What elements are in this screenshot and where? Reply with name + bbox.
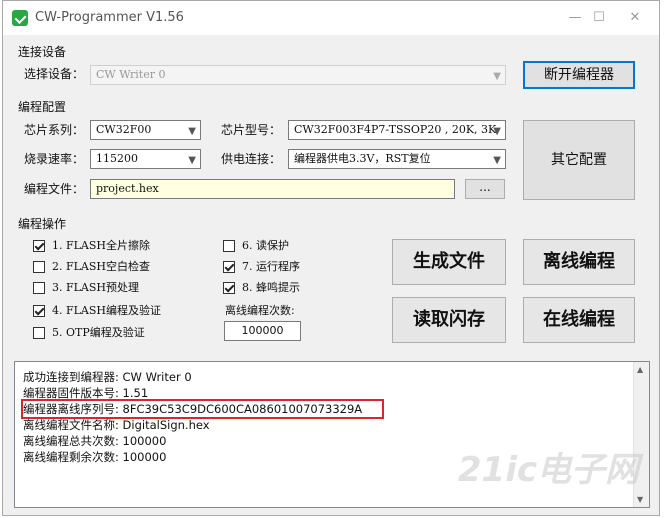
scroll-up-icon[interactable]: ▲ — [637, 365, 643, 374]
offline-count-label: 离线编程次数: — [225, 304, 295, 317]
option-flash-program-verify[interactable]: 4. FLASH编程及验证 — [33, 304, 161, 320]
chevron-down-icon: ▼ — [493, 71, 501, 82]
chevron-down-icon: ▼ — [188, 155, 196, 166]
checkbox-1[interactable] — [33, 240, 45, 252]
scroll-down-icon[interactable]: ▼ — [637, 495, 643, 504]
programmer-window: CW-Programmer V1.56 — ☐ ✕ 连接设备 选择设备： CW … — [2, 0, 660, 516]
disconnect-button[interactable]: 断开编程器 — [523, 61, 635, 89]
option-read-protect[interactable]: 6. 读保护 — [223, 239, 289, 255]
config-group-label: 编程配置 — [18, 100, 67, 114]
read-flash-button[interactable]: 读取闪存 — [392, 297, 506, 343]
chevron-down-icon: ▼ — [188, 126, 196, 137]
device-value: CW Writer 0 — [96, 68, 166, 81]
chip-model-label: 芯片型号： — [221, 123, 282, 137]
baud-select[interactable]: 115200 ▼ — [90, 149, 201, 169]
chip-series-value: CW32F00 — [96, 123, 152, 136]
option-label: 5. OTP编程及验证 — [52, 326, 145, 339]
checkbox-5[interactable] — [33, 327, 45, 339]
watermark: 21ic电子网 — [457, 450, 639, 490]
option-label: 8. 蜂鸣提示 — [242, 281, 300, 294]
option-label: 4. FLASH编程及验证 — [52, 304, 162, 317]
device-select[interactable]: CW Writer 0 ▼ — [90, 65, 506, 85]
log-line: 离线编程剩余次数: 100000 — [23, 450, 167, 464]
checkbox-4[interactable] — [33, 305, 45, 317]
option-flash-blank-check[interactable]: 2. FLASH空白检查 — [33, 260, 150, 276]
option-flash-erase[interactable]: 1. FLASH全片擦除 — [33, 239, 150, 255]
online-program-button[interactable]: 在线编程 — [523, 297, 635, 343]
chevron-down-icon: ▼ — [493, 126, 501, 137]
checkbox-8[interactable] — [223, 282, 235, 294]
option-run-program[interactable]: 7. 运行程序 — [223, 260, 300, 276]
checkbox-7[interactable] — [223, 261, 235, 273]
power-select[interactable]: 编程器供电3.3V，RST复位 ▼ — [288, 149, 506, 169]
offline-program-button[interactable]: 离线编程 — [523, 239, 635, 285]
chip-series-label: 芯片系列： — [24, 123, 85, 137]
chip-model-select[interactable]: CW32F003F4P7-TSSOP20 , 20K, 3K ▼ — [288, 120, 506, 140]
file-path-field[interactable]: project.hex — [90, 179, 455, 199]
power-label: 供电连接： — [221, 152, 282, 166]
highlight-box — [21, 399, 384, 419]
window-title: CW-Programmer V1.56 — [35, 10, 184, 25]
power-value: 编程器供电3.3V，RST复位 — [294, 152, 431, 165]
chip-series-select[interactable]: CW32F00 ▼ — [90, 120, 201, 140]
operations-group-label: 编程操作 — [18, 217, 67, 231]
log-line: 离线编程总共次数: 100000 — [23, 434, 167, 448]
close-button[interactable]: ✕ — [621, 6, 649, 30]
option-label: 3. FLASH预处理 — [52, 281, 140, 294]
connect-group-label: 连接设备 — [18, 45, 67, 59]
browse-button[interactable]: ... — [465, 179, 505, 199]
option-label: 2. FLASH空白检查 — [52, 260, 151, 273]
file-label: 编程文件： — [24, 182, 85, 196]
app-logo-icon — [12, 10, 28, 26]
other-config-button[interactable]: 其它配置 — [523, 120, 635, 200]
baud-value: 115200 — [96, 152, 138, 165]
option-label: 7. 运行程序 — [242, 260, 300, 273]
device-label: 选择设备： — [24, 67, 85, 81]
option-otp-program-verify[interactable]: 5. OTP编程及验证 — [33, 326, 145, 342]
checkbox-6[interactable] — [223, 240, 235, 252]
chip-model-value: CW32F003F4P7-TSSOP20 , 20K, 3K — [294, 123, 497, 136]
checkbox-3[interactable] — [33, 282, 45, 294]
checkbox-2[interactable] — [33, 261, 45, 273]
option-label: 6. 读保护 — [242, 239, 289, 252]
chevron-down-icon: ▼ — [493, 155, 501, 166]
baud-label: 烧录速率： — [24, 152, 85, 166]
log-output[interactable]: 成功连接到编程器: CW Writer 0 编程器固件版本号: 1.51 编程器… — [14, 361, 650, 508]
title-bar: CW-Programmer V1.56 — ☐ ✕ — [3, 1, 659, 35]
option-flash-preprocess[interactable]: 3. FLASH预处理 — [33, 281, 139, 297]
offline-count-input[interactable]: 100000 — [224, 321, 301, 341]
generate-file-button[interactable]: 生成文件 — [392, 239, 506, 285]
option-label: 1. FLASH全片擦除 — [52, 239, 151, 252]
log-line: 离线编程文件名称: DigitalSign.hex — [23, 418, 210, 432]
log-line: 成功连接到编程器: CW Writer 0 — [23, 370, 192, 384]
maximize-button[interactable]: ☐ — [585, 6, 613, 30]
option-buzzer[interactable]: 8. 蜂鸣提示 — [223, 281, 300, 297]
